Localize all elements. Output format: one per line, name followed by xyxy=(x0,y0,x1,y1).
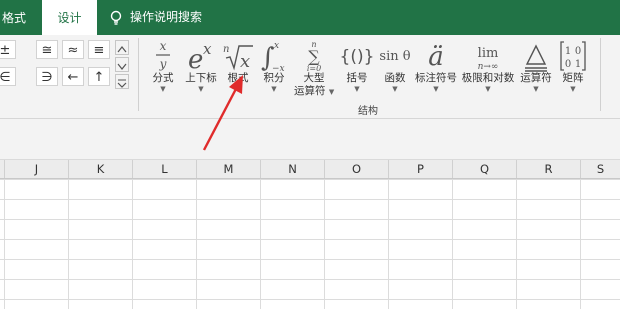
annotation-arrow-icon xyxy=(202,75,243,151)
